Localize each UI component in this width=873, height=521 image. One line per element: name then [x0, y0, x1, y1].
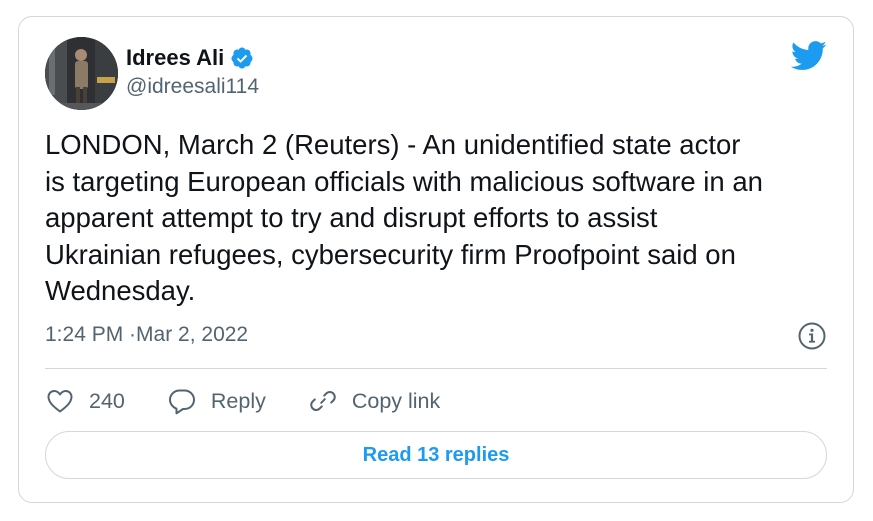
heart-icon	[47, 390, 73, 413]
tweet-embed-card: Idrees Ali @idreesali114 LONDON, March 2…	[18, 16, 854, 503]
reply-button[interactable]: Reply	[167, 386, 266, 416]
tweet-text: LONDON, March 2 (Reuters) - An unidentif…	[45, 129, 763, 306]
verified-badge-icon	[231, 47, 253, 69]
like-count: 240	[89, 388, 125, 413]
tweet-actions: 240 Reply Copy link	[45, 382, 482, 420]
reply-label: Reply	[210, 388, 266, 413]
twitter-bird-icon[interactable]	[791, 41, 827, 71]
speech-bubble-icon	[168, 389, 195, 415]
read-replies-button[interactable]: Read 13 replies	[45, 431, 827, 479]
tweet-time[interactable]: 1:24 PM	[45, 323, 123, 347]
author-info: Idrees Ali @idreesali114	[126, 43, 259, 99]
avatar[interactable]	[45, 37, 118, 110]
divider	[45, 368, 827, 369]
copy-link-label: Copy link	[351, 388, 441, 413]
copy-link-button[interactable]: Copy link	[308, 386, 440, 416]
tweet-timestamp[interactable]: 1:24 PM Mar 2, 2022	[45, 323, 248, 347]
tweet-date[interactable]: Mar 2, 2022	[123, 323, 248, 347]
author-name-row: Idrees Ali	[126, 43, 259, 73]
link-icon	[310, 391, 336, 411]
like-button[interactable]: 240	[45, 386, 125, 416]
avatar-photo	[45, 37, 118, 110]
author-display-name[interactable]: Idrees Ali	[126, 45, 224, 71]
info-icon[interactable]	[797, 321, 827, 351]
read-replies-label: Read 13 replies	[362, 443, 510, 466]
author-handle[interactable]: @idreesali114	[126, 75, 259, 99]
